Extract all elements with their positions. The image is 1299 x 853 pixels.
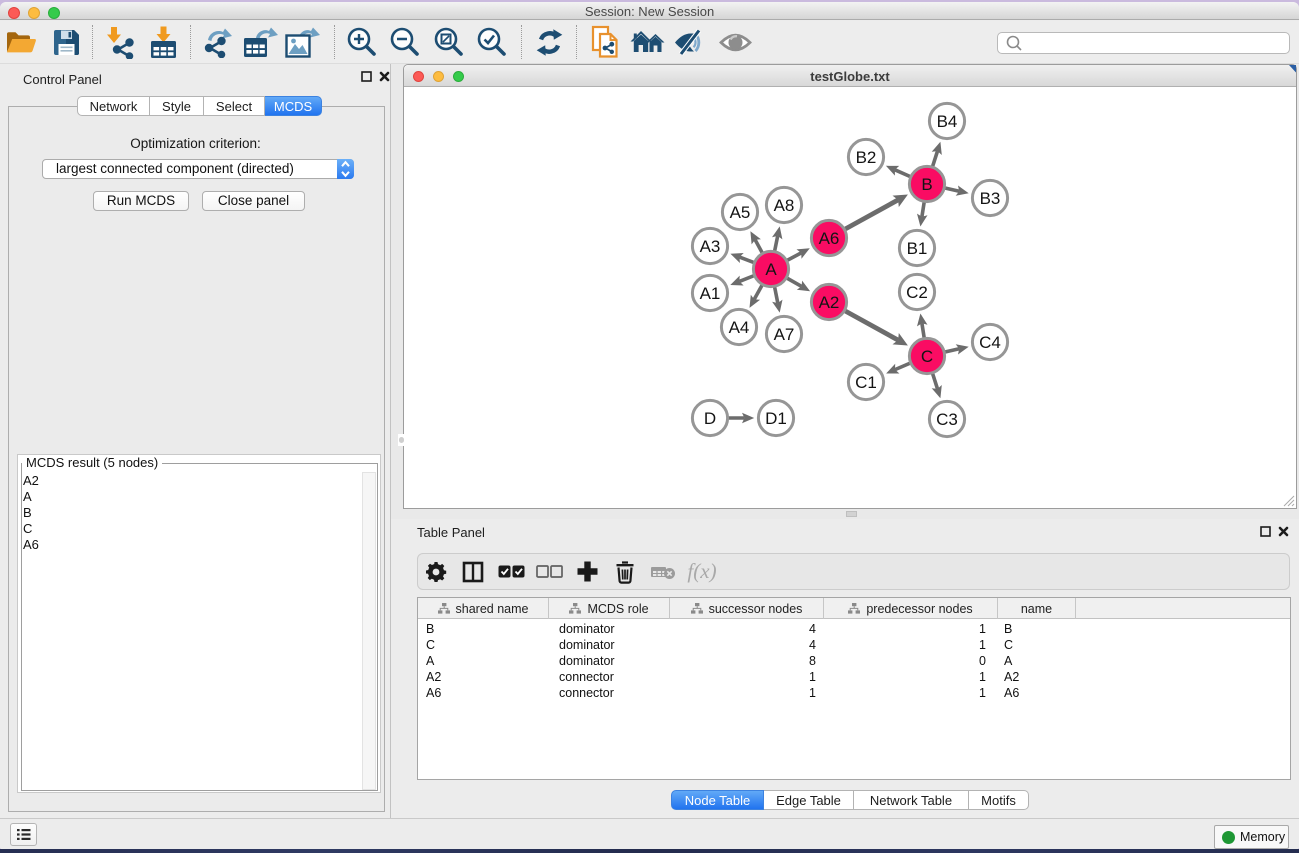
svg-text:A4: A4 [729, 318, 750, 337]
svg-text:A7: A7 [774, 325, 795, 344]
svg-text:A5: A5 [730, 203, 751, 222]
svg-text:C3: C3 [936, 410, 958, 429]
svg-text:C2: C2 [906, 283, 928, 302]
svg-text:B4: B4 [937, 112, 958, 131]
svg-text:C1: C1 [855, 373, 877, 392]
svg-text:B3: B3 [980, 189, 1001, 208]
svg-text:D1: D1 [765, 409, 787, 428]
svg-text:B1: B1 [907, 239, 928, 258]
svg-text:A: A [765, 260, 777, 279]
svg-text:A6: A6 [819, 229, 840, 248]
svg-text:C4: C4 [979, 333, 1001, 352]
svg-text:A2: A2 [819, 293, 840, 312]
svg-text:B: B [921, 175, 932, 194]
svg-text:C: C [921, 347, 933, 366]
svg-text:D: D [704, 409, 716, 428]
svg-text:A3: A3 [700, 237, 721, 256]
svg-text:A8: A8 [774, 196, 795, 215]
svg-text:B2: B2 [856, 148, 877, 167]
svg-text:A1: A1 [700, 284, 721, 303]
